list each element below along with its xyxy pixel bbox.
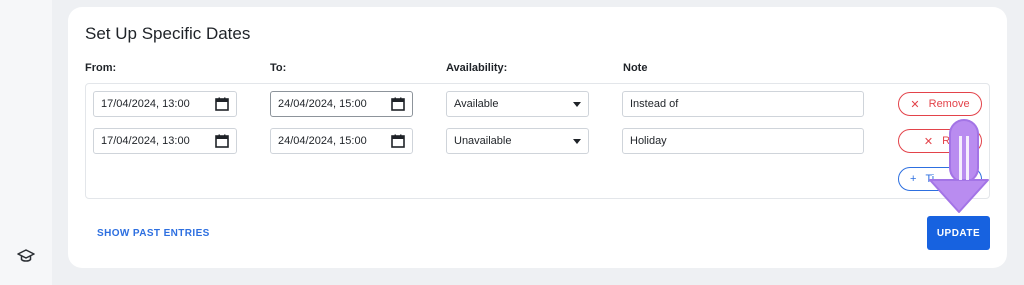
from-date-input[interactable]: 17/04/2024, 13:00 [93,91,237,117]
from-column-label: From: [85,62,117,74]
calendar-icon[interactable] [215,97,229,111]
calendar-icon[interactable] [391,134,405,148]
remove-button[interactable]: ✕ Re [898,129,982,153]
graduation-cap-icon[interactable] [17,248,35,264]
plus-icon: + [910,173,917,185]
to-date-input[interactable]: 24/04/2024, 15:00 [270,91,413,117]
from-date-input[interactable]: 17/04/2024, 13:00 [93,128,237,154]
note-column-label: Note [623,62,648,74]
note-input[interactable]: Holiday [622,128,864,154]
close-icon: ✕ [923,135,934,148]
caret-down-icon [573,138,581,144]
section-title: Set Up Specific Dates [85,24,251,43]
calendar-icon[interactable] [391,97,405,111]
calendar-icon[interactable] [215,134,229,148]
availability-select[interactable]: Available [446,91,589,117]
add-date-button[interactable]: + Ti [898,167,982,191]
update-button[interactable]: UPDATE [927,216,990,250]
remove-button[interactable]: ✕ Remove [898,92,982,116]
show-past-entries-link[interactable]: SHOW PAST ENTRIES [97,228,210,239]
caret-down-icon [573,101,581,107]
availability-column-label: Availability: [446,62,508,74]
date-entries-list: 17/04/2024, 13:00 24/04/2024, 15:00 Avai… [85,83,990,199]
availability-select[interactable]: Unavailable [446,128,589,154]
note-input[interactable]: Instead of [622,91,864,117]
close-icon: ✕ [910,98,920,111]
sidebar [0,0,52,285]
specific-dates-card: Set Up Specific Dates From: To: Availabi… [68,7,1007,268]
to-column-label: To: [270,62,287,74]
to-date-input[interactable]: 24/04/2024, 15:00 [270,128,413,154]
